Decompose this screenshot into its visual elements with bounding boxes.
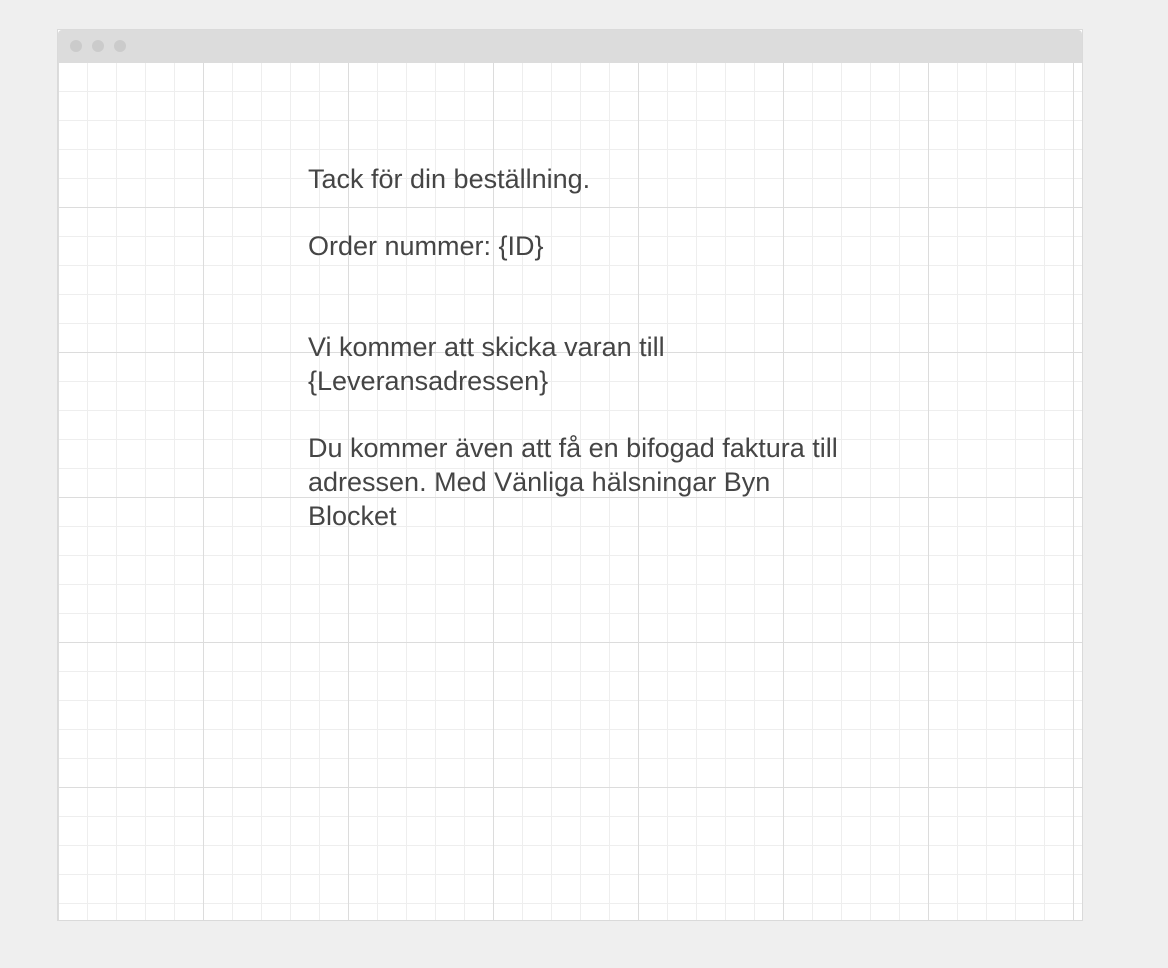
window-maximize-dot[interactable] xyxy=(114,40,126,52)
invoice-message: Du kommer även att få en bifogad faktura… xyxy=(308,433,838,531)
order-number: Order nummer: {ID} xyxy=(308,231,544,261)
browser-window: Tack för din beställning. Order nummer: … xyxy=(57,29,1083,921)
thank-you-message: Tack för din beställning. xyxy=(308,164,591,194)
grid-canvas: Tack för din beställning. Order nummer: … xyxy=(58,62,1082,920)
window-close-dot[interactable] xyxy=(70,40,82,52)
window-titlebar xyxy=(58,30,1082,62)
shipping-address-message: Vi kommer att skicka varan till {Leveran… xyxy=(308,332,665,396)
window-minimize-dot[interactable] xyxy=(92,40,104,52)
canvas-edge-line xyxy=(1073,62,1074,920)
